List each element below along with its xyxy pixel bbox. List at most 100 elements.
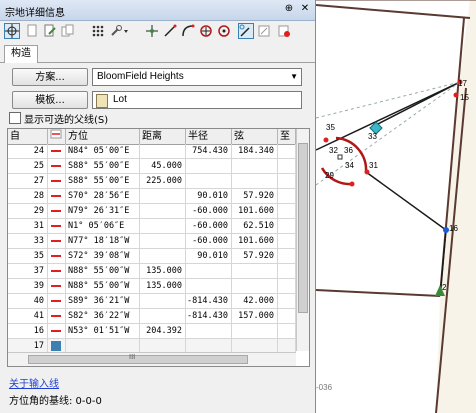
cell-distance[interactable]: [140, 204, 186, 218]
title-bar[interactable]: 宗地详细信息 ⊕ ✕: [0, 0, 315, 21]
cell-distance[interactable]: [140, 144, 186, 158]
cell-line-type[interactable]: [48, 309, 66, 323]
measure-icon[interactable]: [256, 23, 272, 39]
pin-icon[interactable]: ⊕: [283, 3, 295, 15]
col-header-bearing[interactable]: 方位: [66, 129, 140, 144]
cell-from[interactable]: 40: [8, 294, 48, 308]
col-header-from[interactable]: 自: [8, 129, 48, 144]
horizontal-scroll-thumb[interactable]: III: [28, 353, 248, 364]
tools-dropdown-icon[interactable]: [108, 23, 130, 39]
cell-to[interactable]: [278, 309, 296, 323]
cell-distance[interactable]: [140, 249, 186, 263]
vertical-scroll-thumb[interactable]: [298, 143, 308, 313]
cell-distance[interactable]: 135.000: [140, 279, 186, 293]
cell-chord[interactable]: [232, 339, 278, 353]
cell-radius[interactable]: [186, 279, 232, 293]
cell-distance[interactable]: 45.000: [140, 159, 186, 173]
cell-radius[interactable]: 90.010: [186, 189, 232, 203]
cell-line-type[interactable]: [48, 159, 66, 173]
cell-chord[interactable]: [232, 279, 278, 293]
cell-to[interactable]: [278, 219, 296, 233]
cell-chord[interactable]: 157.000: [232, 309, 278, 323]
cell-to[interactable]: [278, 249, 296, 263]
cell-radius[interactable]: [186, 174, 232, 188]
cell-radius[interactable]: -60.000: [186, 204, 232, 218]
cell-chord[interactable]: 57.920: [232, 249, 278, 263]
points-grid-icon[interactable]: [90, 23, 106, 39]
cell-to[interactable]: [278, 189, 296, 203]
cell-bearing[interactable]: S88° 55′00″E: [66, 174, 140, 188]
cell-chord[interactable]: 101.600: [232, 234, 278, 248]
cell-line-type[interactable]: [48, 144, 66, 158]
cell-distance[interactable]: [140, 189, 186, 203]
col-header-line-type[interactable]: [48, 129, 66, 144]
cell-to[interactable]: [278, 159, 296, 173]
document-icon[interactable]: [24, 23, 40, 39]
table-row[interactable]: 25 S88° 55′00″E 45.000: [8, 159, 296, 174]
col-header-chord[interactable]: 弦: [232, 129, 278, 144]
cell-chord[interactable]: 42.000: [232, 294, 278, 308]
table-row[interactable]: 24 N84° 05′00″E 754.430 184.340: [8, 144, 296, 159]
point-marker[interactable]: [364, 169, 370, 175]
line-tool-icon[interactable]: [162, 23, 178, 39]
cell-bearing[interactable]: [66, 339, 140, 353]
add-point-icon[interactable]: [144, 23, 160, 39]
cell-to[interactable]: [278, 324, 296, 338]
cell-line-type[interactable]: [48, 219, 66, 233]
cell-line-type[interactable]: [48, 249, 66, 263]
cell-bearing[interactable]: N77° 18′18″W: [66, 234, 140, 248]
cell-bearing[interactable]: N1° 05′06″E: [66, 219, 140, 233]
cell-from[interactable]: 35: [8, 249, 48, 263]
cell-line-type[interactable]: [48, 279, 66, 293]
cell-from[interactable]: 29: [8, 204, 48, 218]
cell-radius[interactable]: [186, 264, 232, 278]
col-header-distance[interactable]: 距离: [140, 129, 186, 144]
cell-line-type[interactable]: [48, 174, 66, 188]
cell-bearing[interactable]: N79° 26′31″E: [66, 204, 140, 218]
cell-chord[interactable]: 62.510: [232, 219, 278, 233]
cell-to[interactable]: [278, 294, 296, 308]
cell-chord[interactable]: [232, 264, 278, 278]
point-marker[interactable]: [349, 181, 355, 187]
cell-to[interactable]: [278, 279, 296, 293]
table-row[interactable]: 40 S89° 36′21″W -814.430 42.000: [8, 294, 296, 309]
table-row[interactable]: 35 S72° 39′08″W 90.010 57.920: [8, 249, 296, 264]
vertical-scrollbar[interactable]: [296, 129, 309, 351]
table-row[interactable]: 39 N88° 55′00″W 135.000: [8, 279, 296, 294]
delete-icon[interactable]: [276, 23, 292, 39]
cell-from[interactable]: 25: [8, 159, 48, 173]
about-input-lines-link[interactable]: 关于输入线: [9, 375, 59, 390]
tab-construction[interactable]: 构造: [4, 45, 38, 63]
col-header-to[interactable]: 至: [278, 129, 296, 144]
cell-chord[interactable]: 184.340: [232, 144, 278, 158]
lines-grid[interactable]: 自 方位 距离 半径 弦 至 24 N84° 05′00″E 754.430 184.…: [7, 128, 310, 367]
cell-distance[interactable]: [140, 294, 186, 308]
cell-chord[interactable]: 57.920: [232, 189, 278, 203]
cell-line-type[interactable]: [48, 339, 66, 353]
cell-from[interactable]: 17: [8, 339, 48, 353]
cell-to[interactable]: [278, 264, 296, 278]
cell-radius[interactable]: 90.010: [186, 249, 232, 263]
cell-bearing[interactable]: S70° 28′56″E: [66, 189, 140, 203]
table-row[interactable]: 29 N79° 26′31″E -60.000 101.600: [8, 204, 296, 219]
circle-arc-icon[interactable]: [216, 23, 232, 39]
cell-to[interactable]: [278, 204, 296, 218]
cell-from[interactable]: 39: [8, 279, 48, 293]
cell-bearing[interactable]: N88° 55′00″W: [66, 264, 140, 278]
point-marker[interactable]: [323, 137, 329, 143]
cell-distance[interactable]: 135.000: [140, 264, 186, 278]
curve-tool-icon[interactable]: [180, 23, 196, 39]
cell-bearing[interactable]: N84° 05′00″E: [66, 144, 140, 158]
cell-radius[interactable]: [186, 159, 232, 173]
cell-chord[interactable]: [232, 174, 278, 188]
cell-from[interactable]: 41: [8, 309, 48, 323]
scheme-button[interactable]: 方案...: [12, 68, 88, 86]
cell-line-type[interactable]: [48, 204, 66, 218]
cell-from[interactable]: 24: [8, 144, 48, 158]
cell-from[interactable]: 16: [8, 324, 48, 338]
table-row[interactable]: 27 S88° 55′00″E 225.000: [8, 174, 296, 189]
cell-distance[interactable]: 225.000: [140, 174, 186, 188]
cell-radius[interactable]: -60.000: [186, 234, 232, 248]
cell-chord[interactable]: [232, 159, 278, 173]
cell-radius[interactable]: -814.430: [186, 294, 232, 308]
